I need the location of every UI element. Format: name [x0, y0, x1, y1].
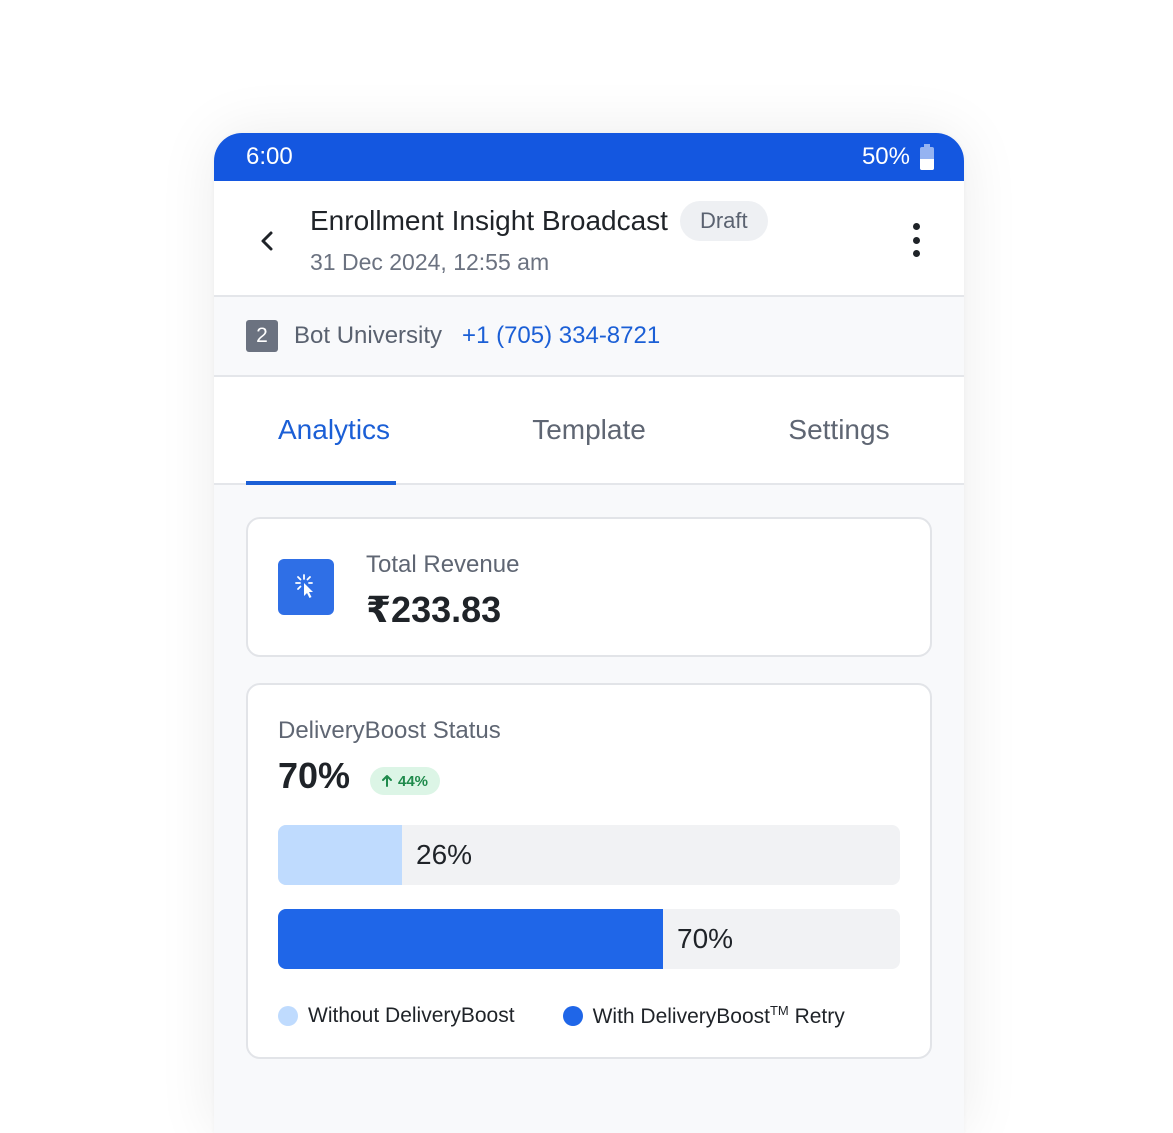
chart-legend: Without DeliveryBoost With DeliveryBoost…: [278, 1003, 893, 1029]
status-time: 6:00: [246, 143, 293, 170]
sender-phone-link[interactable]: +1 (705) 334-8721: [462, 322, 660, 350]
phone-frame: 6:00 50% Enrollment Insight Broadcast Dr…: [214, 133, 964, 1133]
bar-label-with: 70%: [677, 923, 734, 954]
revenue-value: ₹233.83: [366, 589, 502, 630]
sender-row: 2 Bot University +1 (705) 334-8721: [214, 297, 964, 377]
sender-count-badge: 2: [246, 320, 278, 352]
revenue-card: Total Revenue ₹233.83: [246, 517, 932, 657]
trend-value: 44%: [398, 772, 429, 790]
status-badge: Draft: [679, 201, 768, 241]
tab-analytics[interactable]: Analytics: [214, 377, 464, 485]
back-arrow-icon[interactable]: [256, 229, 280, 253]
broadcast-date: 31 Dec 2024, 12:55 am: [310, 249, 550, 275]
revenue-label: Total Revenue: [366, 551, 520, 578]
legend-dot-with: [562, 1006, 583, 1026]
click-cursor-icon: [278, 559, 334, 615]
battery-icon: [920, 144, 934, 170]
trend-badge: 44%: [370, 767, 441, 795]
deliveryboost-label: DeliveryBoost Status: [278, 717, 501, 744]
bar-fill-with: [278, 909, 663, 969]
legend-item-without: Without DeliveryBoost: [278, 1004, 515, 1028]
bar-label-without: 26%: [416, 839, 473, 870]
legend-label-with: With DeliveryBoostTM Retry: [592, 1003, 845, 1028]
bar-fill-without: [278, 825, 402, 885]
more-options-icon[interactable]: [912, 223, 920, 257]
battery-indicator: 50%: [862, 143, 934, 171]
deliveryboost-value: 70%: [278, 755, 351, 796]
tab-template[interactable]: Template: [464, 377, 714, 483]
status-bar: 6:00 50%: [214, 133, 964, 181]
broadcast-header: Enrollment Insight Broadcast Draft 31 De…: [214, 181, 964, 297]
broadcast-title: Enrollment Insight Broadcast: [310, 205, 668, 236]
legend-item-with: With DeliveryBoostTM Retry: [562, 1003, 845, 1029]
tab-bar: Analytics Template Settings: [214, 377, 964, 485]
bar-without-deliveryboost: 26%: [278, 825, 900, 885]
tab-settings[interactable]: Settings: [714, 377, 964, 483]
legend-label-without: Without DeliveryBoost: [308, 1004, 515, 1027]
battery-percent: 50%: [861, 143, 910, 170]
legend-dot-without: [278, 1006, 298, 1026]
analytics-content: Total Revenue ₹233.83 DeliveryBoost Stat…: [214, 485, 964, 1059]
arrow-up-icon: [382, 775, 392, 787]
bar-with-deliveryboost: 70%: [278, 909, 900, 969]
sender-name: Bot University: [294, 322, 443, 349]
deliveryboost-card: DeliveryBoost Status 70% 44% 26% 70% Wit…: [246, 683, 932, 1059]
